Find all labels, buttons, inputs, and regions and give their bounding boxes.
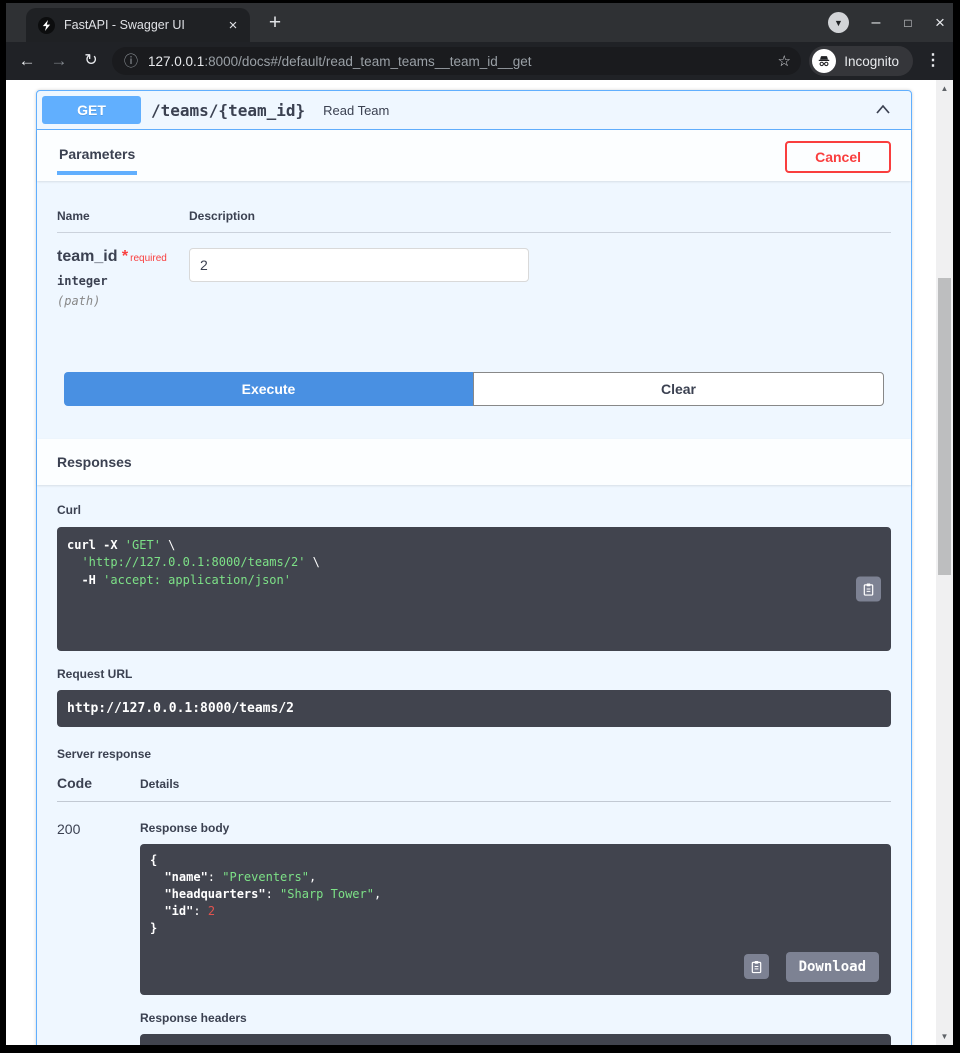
- copy-curl-button[interactable]: [856, 577, 881, 602]
- address-bar[interactable]: ⓘ 127.0.0.1:8000/docs#/default/read_team…: [112, 47, 801, 75]
- required-star: *: [122, 248, 128, 265]
- parameters-table: Name Description team_id *required integ…: [37, 181, 911, 350]
- tab-title: FastAPI - Swagger UI: [64, 18, 224, 32]
- browser-tab[interactable]: FastAPI - Swagger UI ×: [26, 8, 250, 42]
- new-tab-button[interactable]: +: [262, 10, 288, 36]
- tab-parameters[interactable]: Parameters: [57, 130, 137, 175]
- parameter-meta: team_id *required integer (path): [57, 248, 189, 308]
- column-name: Name: [57, 209, 189, 223]
- execute-button[interactable]: Execute: [64, 372, 473, 406]
- column-code: Code: [57, 775, 140, 791]
- parameters-header: Parameters Cancel: [37, 130, 911, 181]
- url-path: :8000/docs#/default/read_team_teams__tea…: [204, 54, 531, 69]
- swagger-page: GET /teams/{team_id} Read Team Parameter…: [6, 80, 936, 1045]
- window-close-button[interactable]: ×: [927, 10, 953, 36]
- response-body-actions: Download: [744, 952, 879, 982]
- url-text: 127.0.0.1:8000/docs#/default/read_team_t…: [148, 54, 770, 69]
- scrollbar-thumb[interactable]: [938, 278, 951, 575]
- fastapi-favicon-icon: [38, 17, 55, 34]
- response-body-block: { "name": "Preventers", "headquarters": …: [140, 844, 891, 994]
- incognito-label: Incognito: [844, 54, 899, 69]
- browser-menu-icon[interactable]: ⋮: [921, 49, 945, 73]
- curl-label: Curl: [57, 503, 891, 517]
- window-maximize-button[interactable]: □: [895, 10, 921, 36]
- response-body-label: Response body: [140, 821, 891, 835]
- browser-window: FastAPI - Swagger UI × + ▼ – □ × ← → ↻ ⓘ…: [0, 0, 960, 1053]
- cancel-button[interactable]: Cancel: [785, 141, 891, 173]
- site-info-icon[interactable]: ⓘ: [124, 51, 138, 71]
- parameter-value-cell: [189, 248, 529, 308]
- parameter-name: team_id *required: [57, 248, 189, 266]
- required-label: required: [130, 253, 167, 264]
- responses-section-header: Responses: [37, 439, 911, 485]
- responses-title: Responses: [57, 454, 132, 470]
- curl-code-block: curl -X 'GET' \ 'http://127.0.0.1:8000/t…: [57, 527, 891, 651]
- response-details: Response body { "name": "Preventers", "h…: [140, 821, 891, 1045]
- tab-close-icon[interactable]: ×: [224, 17, 242, 34]
- operation-summary: Read Team: [323, 103, 389, 118]
- parameter-type: integer: [57, 274, 189, 288]
- scroll-down-icon[interactable]: ▼: [936, 1032, 953, 1041]
- server-response-label: Server response: [57, 747, 891, 761]
- request-url-value: http://127.0.0.1:8000/teams/2: [57, 690, 891, 727]
- parameter-row: team_id *required integer (path): [57, 233, 891, 308]
- title-bar: FastAPI - Swagger UI × + ▼ – □ ×: [6, 3, 953, 42]
- forward-button[interactable]: →: [47, 49, 71, 73]
- copy-response-button[interactable]: [744, 954, 769, 979]
- response-headers-block: content-length: 57 content-type: applica…: [140, 1034, 891, 1045]
- scroll-up-icon[interactable]: ▲: [936, 84, 953, 93]
- back-button[interactable]: ←: [15, 49, 39, 73]
- column-description: Description: [189, 209, 255, 223]
- reload-button[interactable]: ↻: [79, 49, 103, 73]
- collapse-chevron-icon[interactable]: [873, 100, 893, 120]
- bookmark-star-icon[interactable]: ☆: [778, 52, 791, 70]
- parameters-columns: Name Description: [57, 209, 891, 233]
- parameter-location: (path): [57, 294, 189, 308]
- server-response-row: 200 Response body { "name": "Preventers"…: [57, 821, 891, 1045]
- url-host: 127.0.0.1: [148, 54, 204, 69]
- browser-toolbar: ← → ↻ ⓘ 127.0.0.1:8000/docs#/default/rea…: [6, 42, 953, 80]
- download-button[interactable]: Download: [786, 952, 879, 982]
- column-details: Details: [140, 777, 179, 791]
- divider: [57, 801, 891, 802]
- operation-block: GET /teams/{team_id} Read Team Parameter…: [36, 90, 912, 1045]
- incognito-icon: [812, 49, 836, 73]
- status-code: 200: [57, 821, 140, 1045]
- responses-content: Curl curl -X 'GET' \ 'http://127.0.0.1:8…: [37, 485, 911, 1045]
- execute-row: Execute Clear: [37, 350, 911, 426]
- server-response-columns: Code Details: [57, 775, 891, 791]
- tab-search-icon[interactable]: ▼: [828, 12, 849, 33]
- http-method-badge: GET: [42, 96, 141, 124]
- operation-header[interactable]: GET /teams/{team_id} Read Team: [37, 91, 911, 130]
- team-id-input[interactable]: [189, 248, 529, 282]
- window-minimize-button[interactable]: –: [863, 10, 889, 36]
- response-headers-label: Response headers: [140, 1011, 891, 1025]
- incognito-badge: Incognito: [809, 46, 913, 76]
- operation-path: /teams/{team_id}: [151, 101, 305, 120]
- clear-button[interactable]: Clear: [473, 372, 884, 406]
- request-url-label: Request URL: [57, 667, 891, 681]
- page-scrollbar[interactable]: ▲ ▼: [936, 80, 953, 1045]
